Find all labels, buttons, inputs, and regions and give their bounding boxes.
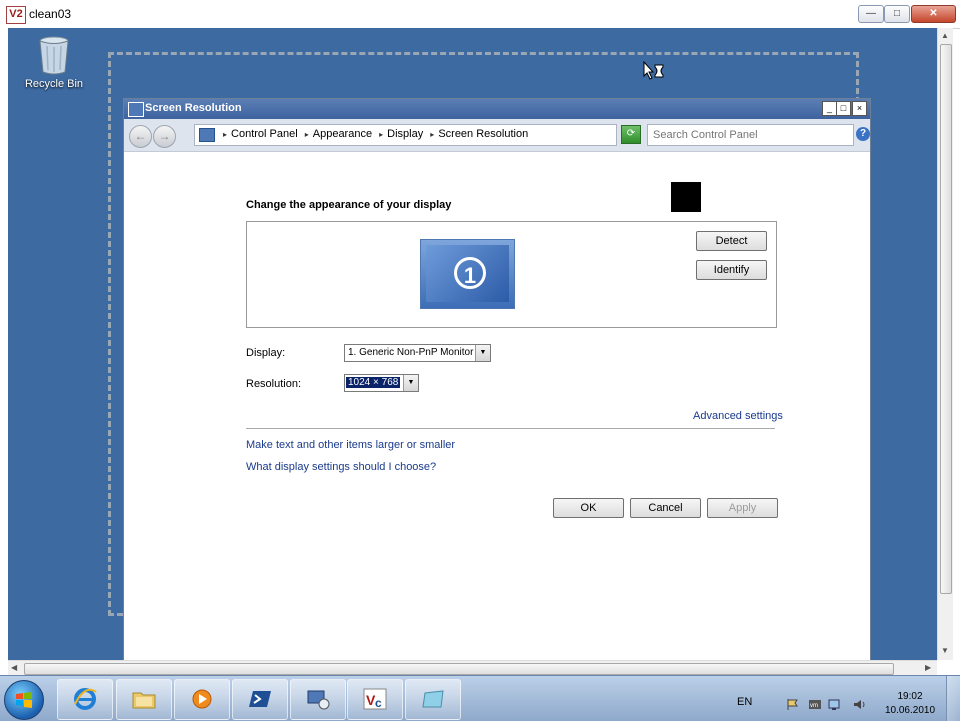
vertical-scroll-thumb[interactable] [940, 44, 952, 594]
breadcrumb-control-panel[interactable]: Control Panel [231, 128, 298, 140]
forward-button[interactable]: → [153, 125, 176, 148]
breadcrumb-screen-resolution[interactable]: Screen Resolution [438, 128, 528, 140]
powershell-icon [249, 691, 271, 707]
windows-logo-icon [16, 692, 32, 708]
display-icon [128, 102, 144, 117]
network-icon[interactable] [828, 698, 842, 711]
horizontal-scrollbar[interactable]: ◀ ▶ [8, 660, 937, 676]
window-title: Screen Resolution [145, 102, 242, 114]
taskbar-internet-explorer[interactable] [57, 679, 113, 720]
detect-button[interactable]: Detect [696, 231, 767, 251]
scroll-right-icon[interactable]: ▶ [925, 663, 931, 672]
page-heading: Change the appearance of your display [246, 199, 452, 211]
svg-text:c: c [375, 696, 382, 710]
window-title-bar[interactable]: Screen Resolution _ □ × [124, 99, 870, 119]
monitor-number: 1 [454, 257, 486, 289]
search-box[interactable] [647, 124, 854, 146]
identify-button[interactable]: Identify [696, 260, 767, 280]
vnc-left-border [0, 28, 8, 675]
clock-time: 19:02 [897, 691, 923, 702]
vertical-scrollbar[interactable]: ▲ ▼ [937, 28, 953, 660]
refresh-button[interactable]: ⟳ [621, 125, 641, 144]
vnc-window-title: clean03 [29, 7, 72, 21]
recycle-bin-icon [37, 34, 71, 76]
back-button[interactable]: ← [129, 125, 152, 148]
monitor-1-thumbnail[interactable]: 1 [420, 239, 515, 309]
breadcrumb-appearance[interactable]: Appearance [313, 128, 372, 140]
clock-date: 10.06.2010 [884, 705, 936, 716]
busy-cursor-icon [643, 60, 667, 84]
monitor-screen: 1 [426, 245, 509, 302]
display-label: Display: [246, 347, 286, 359]
control-panel-icon [199, 128, 215, 142]
language-indicator[interactable]: EN [737, 696, 752, 708]
vnc-logo-icon: V2 [6, 6, 26, 24]
taskbar: V c EN vm 19:02 10.06.2010 [0, 675, 960, 721]
display-value: 1. Generic Non-PnP Monitor [348, 347, 474, 358]
resolution-label: Resolution: [246, 378, 302, 390]
breadcrumb-display[interactable]: Display [387, 128, 423, 140]
scroll-up-icon[interactable]: ▲ [941, 31, 949, 40]
settings-content: Change the appearance of your display 1 … [124, 152, 870, 660]
application-icon [422, 690, 444, 708]
display-help-link[interactable]: What display settings should I choose? [246, 461, 436, 473]
advanced-settings-link[interactable]: Advanced settings [693, 410, 783, 422]
text-size-link[interactable]: Make text and other items larger or smal… [246, 439, 455, 451]
folder-icon [132, 692, 156, 709]
vnc-maximize-button[interactable]: □ [884, 5, 910, 23]
help-icon[interactable]: ? [856, 127, 870, 141]
vnc-icon: V c [363, 688, 387, 710]
cancel-button[interactable]: Cancel [630, 498, 701, 518]
scroll-down-icon[interactable]: ▼ [941, 646, 949, 655]
apply-button[interactable]: Apply [707, 498, 778, 518]
chevron-down-icon[interactable]: ▼ [403, 375, 418, 391]
taskbar-vnc-viewer[interactable]: V c [347, 679, 403, 720]
taskbar-windows-explorer[interactable] [116, 679, 172, 720]
svg-text:vm: vm [810, 703, 818, 709]
action-center-flag-icon[interactable] [786, 698, 800, 711]
close-button[interactable]: × [852, 101, 867, 116]
display-select[interactable]: 1. Generic Non-PnP Monitor ▼ [344, 344, 491, 362]
vnc-close-button[interactable]: ✕ [911, 5, 956, 23]
identify-overlay [671, 182, 701, 212]
minimize-button[interactable]: _ [822, 101, 837, 116]
resolution-value: 1024 × 768 [346, 377, 401, 388]
breadcrumb: ▸ Control Panel ▸ Appearance ▸ Display ▸ Scr… [223, 128, 529, 140]
resolution-select[interactable]: 1024 × 768 ▼ [344, 374, 419, 392]
ok-button[interactable]: OK [553, 498, 624, 518]
chevron-down-icon[interactable]: ▼ [475, 345, 490, 361]
search-input[interactable] [653, 129, 843, 141]
start-button[interactable] [4, 680, 44, 720]
media-player-icon [192, 689, 212, 709]
vnc-minimize-button[interactable]: — [858, 5, 884, 23]
address-bar[interactable]: ▸ Control Panel ▸ Appearance ▸ Display ▸ Scr… [194, 124, 673, 146]
monitor-preview-panel: 1 Detect Identify [246, 221, 777, 328]
taskbar-remote-desktop[interactable] [290, 679, 346, 720]
taskbar-media-player[interactable] [174, 679, 230, 720]
taskbar-powershell[interactable] [232, 679, 288, 720]
show-desktop-button[interactable] [946, 676, 960, 721]
remote-desktop[interactable]: Recycle Bin Screen Resolution _ □ × ← → … [8, 28, 937, 660]
vm-tools-icon[interactable]: vm [808, 698, 822, 711]
recycle-bin-shortcut[interactable]: Recycle Bin [18, 34, 90, 90]
screen-resolution-window: Screen Resolution _ □ × ← → ▸ Control Pan… [123, 98, 871, 660]
internet-explorer-icon [74, 688, 97, 710]
taskbar-application[interactable] [405, 679, 461, 720]
recycle-bin-label: Recycle Bin [24, 78, 84, 90]
system-clock[interactable]: 19:02 10.06.2010 [880, 690, 940, 718]
vnc-title-bar: V2 clean03 — □ ✕ [0, 0, 960, 29]
remote-desktop-icon [307, 690, 330, 710]
volume-icon[interactable] [853, 698, 867, 711]
scroll-left-icon[interactable]: ◀ [11, 663, 17, 672]
divider [246, 428, 775, 429]
maximize-button[interactable]: □ [836, 101, 851, 116]
horizontal-scroll-thumb[interactable] [24, 663, 894, 675]
navigation-bar: ← → ▸ Control Panel ▸ Appearance ▸ Display … [124, 119, 870, 152]
